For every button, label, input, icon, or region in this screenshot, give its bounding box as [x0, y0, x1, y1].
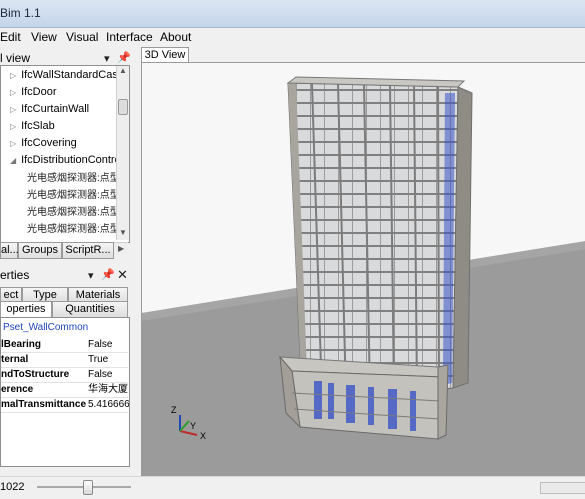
tree-item[interactable]: ▷ IfcDoor — [1, 84, 57, 101]
tree-child-item[interactable]: 光电感烟探测器:点型:49 — [27, 204, 129, 221]
tree-item[interactable]: ▷ IfcWallStandardCase — [1, 67, 124, 84]
collapse-arrow-icon[interactable]: ◢ — [10, 152, 18, 169]
tab-scriptr[interactable]: ScriptR... — [62, 242, 114, 259]
title-bar: Bim 1.1 — [0, 0, 585, 28]
menu-interface[interactable]: Interface — [106, 30, 153, 44]
tree-item[interactable]: ▷ IfcCurtainWall — [1, 101, 89, 118]
tree-item[interactable]: ◢ IfcDistributionControlEle — [1, 152, 129, 169]
axis-y-label: Y — [190, 421, 197, 431]
status-bar: 1022 — [0, 476, 585, 499]
expand-arrow-icon[interactable]: ▷ — [10, 118, 18, 135]
table-row[interactable]: ndToStructure False — [1, 367, 128, 383]
status-progress-box — [540, 482, 585, 494]
tree-scrollbar[interactable]: ▲ ▼ — [116, 66, 129, 240]
model-view-title: l view — [0, 51, 31, 65]
tab-model[interactable]: al... — [0, 242, 19, 259]
tree-item[interactable]: ▷ IfcCovering — [1, 135, 77, 152]
menu-edit[interactable]: Edit — [0, 30, 21, 44]
expand-arrow-icon[interactable]: ▷ — [10, 135, 18, 152]
scroll-down-icon[interactable]: ▼ — [117, 228, 129, 237]
model-view-dock: l view ▾ 📌 ▷ IfcWallStandardCase ▷ IfcDo… — [0, 48, 134, 260]
table-row[interactable]: malTransmittance 5.416666 — [1, 397, 129, 413]
tab-3d-view[interactable]: 3D View — [141, 47, 189, 63]
table-row[interactable]: ternal True — [1, 352, 128, 368]
dock-float-icon[interactable]: ▾ — [88, 269, 94, 282]
tree-child-item[interactable]: 光电感烟探测器:点型:49 — [27, 187, 129, 204]
table-row[interactable]: erence 华海大厦 — [1, 382, 128, 398]
scroll-right-icon[interactable]: ▶ — [118, 244, 124, 253]
model-tree: ▷ IfcWallStandardCase ▷ IfcDoor ▷ IfcCur… — [0, 65, 130, 243]
menu-bar: Edit View Visual Interface About — [0, 28, 585, 46]
pset-header[interactable]: Pset_WallCommon — [3, 322, 88, 333]
properties-dock: erties ▾ 📌 ✕ ect Type Materials operties… — [0, 264, 134, 474]
table-row[interactable]: lBearing False — [1, 337, 128, 353]
menu-visual[interactable]: Visual — [66, 30, 98, 44]
properties-table: Pset_WallCommon lBearing False ternal Tr… — [0, 317, 130, 467]
expand-arrow-icon[interactable]: ▷ — [10, 84, 18, 101]
tree-child-item[interactable]: 光电感烟探测器:点型:49 — [27, 170, 129, 187]
menu-about[interactable]: About — [160, 30, 191, 44]
dock-pin-icon[interactable]: 📌 — [117, 51, 131, 64]
building-render — [142, 76, 585, 475]
app-title: Bim 1.1 — [0, 6, 41, 20]
close-icon[interactable]: ✕ — [117, 267, 128, 283]
expand-arrow-icon[interactable]: ▷ — [10, 67, 18, 84]
dock-float-icon[interactable]: ▾ — [104, 52, 110, 65]
tree-child-item[interactable]: 光电感烟探测器:点型:49 — [27, 221, 129, 238]
scrollbar-thumb[interactable] — [118, 99, 128, 115]
properties-title: erties — [0, 268, 30, 282]
status-left-text: 1022 — [0, 481, 25, 493]
scroll-up-icon[interactable]: ▲ — [117, 66, 129, 75]
tree-item[interactable]: ▷ IfcSlab — [1, 118, 55, 135]
tab-properties[interactable]: operties — [0, 301, 52, 318]
dock-pin-icon[interactable]: 📌 — [101, 268, 115, 281]
expand-arrow-icon[interactable]: ▷ — [10, 101, 18, 118]
axis-z-label: Z — [171, 405, 177, 415]
tab-groups[interactable]: Groups — [18, 242, 62, 259]
zoom-slider-thumb[interactable] — [83, 480, 93, 495]
axis-x-label: X — [200, 431, 207, 441]
menu-view[interactable]: View — [31, 30, 57, 44]
3d-viewport[interactable]: Z Y X — [141, 62, 585, 476]
tab-quantities[interactable]: Quantities — [52, 301, 128, 318]
